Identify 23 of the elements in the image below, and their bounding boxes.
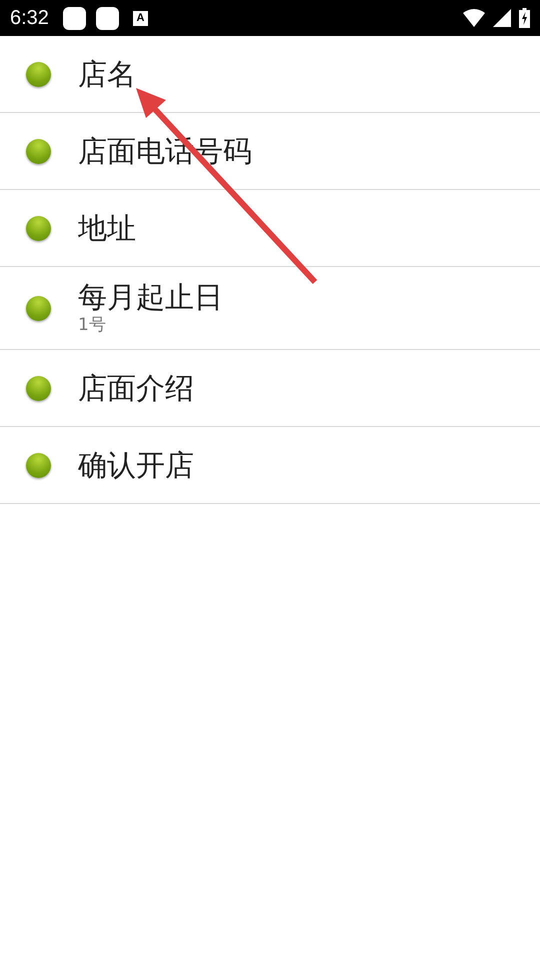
settings-item[interactable]: 店面介绍	[0, 350, 540, 427]
item-title: 每月起止日	[78, 280, 223, 316]
item-title: 店面介绍	[78, 370, 194, 406]
signal-icon	[493, 9, 511, 27]
status-dot-icon	[26, 376, 51, 400]
status-dot-icon	[26, 296, 51, 320]
settings-item[interactable]: 地址	[0, 190, 540, 267]
status-dot-icon	[26, 62, 51, 86]
clock: 6:32	[10, 6, 49, 30]
item-title: 店名	[78, 56, 136, 92]
app-notification-icon	[62, 6, 86, 30]
status-dot-icon	[26, 138, 51, 164]
wifi-icon	[463, 9, 485, 27]
status-dot-icon	[26, 452, 51, 478]
battery-icon	[519, 8, 530, 28]
settings-item[interactable]: 确认开店	[0, 427, 540, 504]
app-notification-icon	[96, 6, 119, 30]
settings-item[interactable]: 每月起止日 1号	[0, 267, 540, 350]
item-summary: 1号	[78, 315, 107, 336]
status-dot-icon	[26, 216, 51, 240]
item-title: 地址	[78, 210, 136, 246]
item-title: 确认开店	[78, 448, 194, 482]
notification-icon: A	[132, 10, 148, 26]
